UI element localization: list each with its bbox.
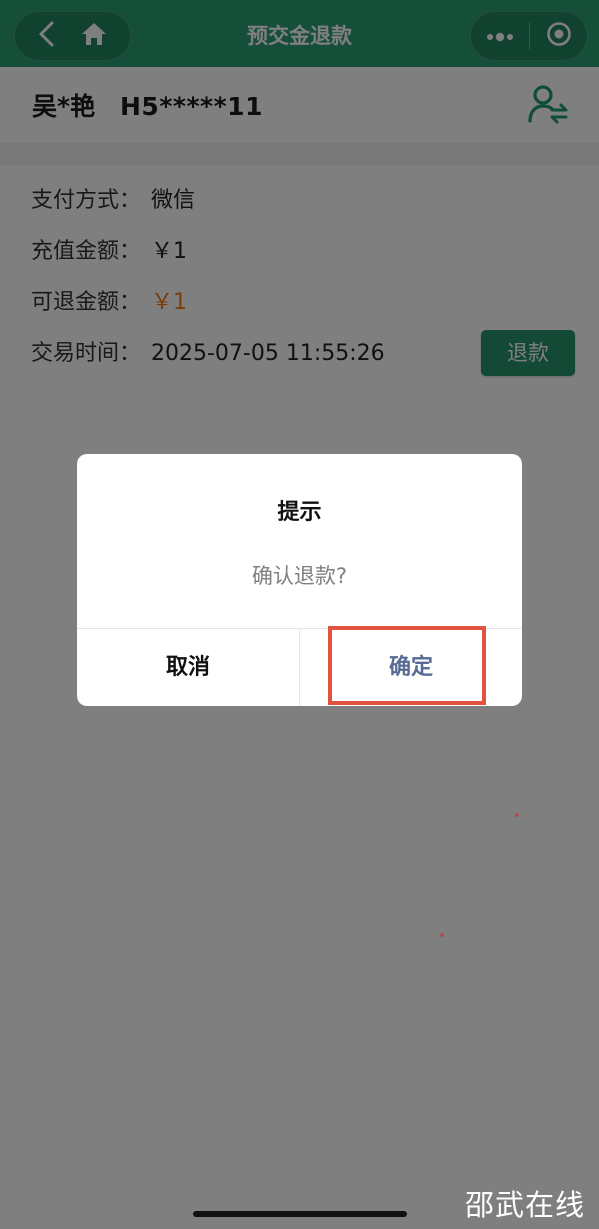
dialog-message: 确认退款? [251,564,348,588]
dialog-title: 提示 [277,500,322,525]
cancel-button[interactable]: 取消 [77,629,299,706]
annotation-dot [440,933,444,937]
annotation-dot [515,813,519,817]
home-indicator [193,1211,407,1217]
watermark: 邵武在线 [465,1188,586,1222]
confirm-highlight-box [328,626,486,705]
